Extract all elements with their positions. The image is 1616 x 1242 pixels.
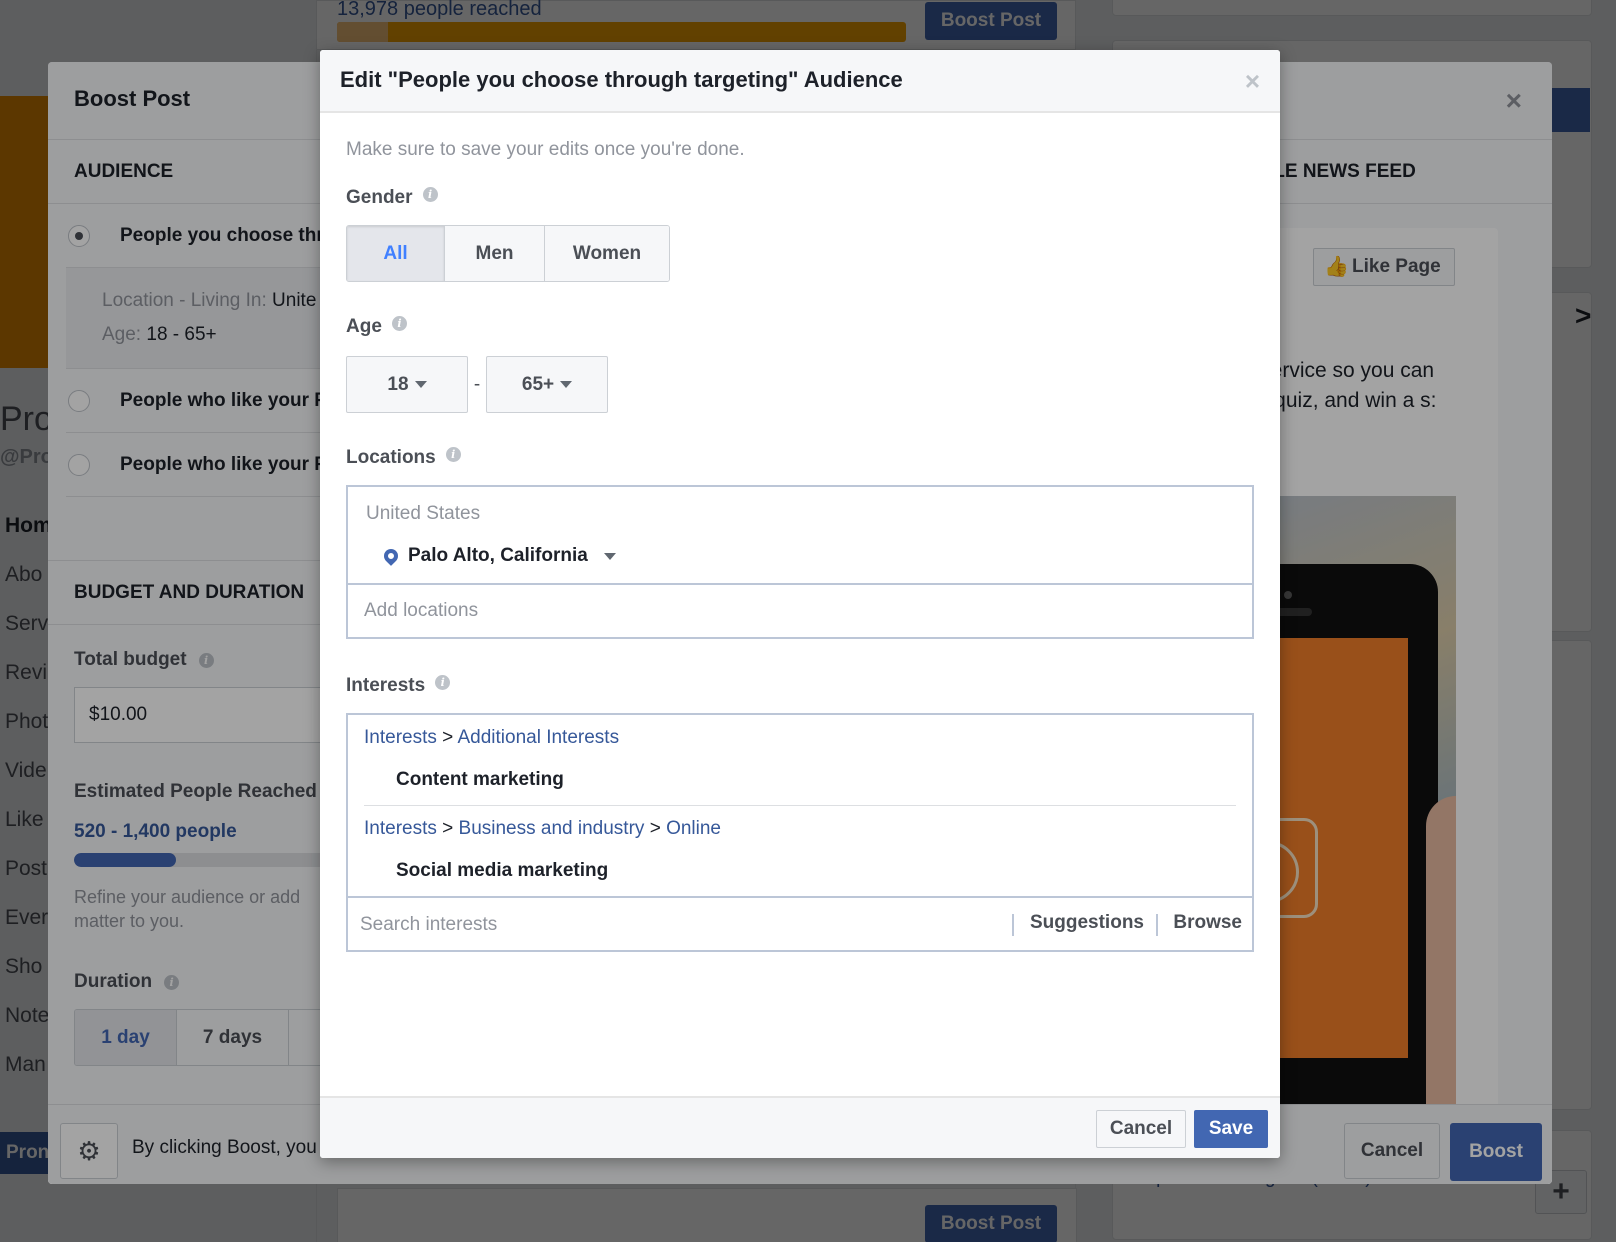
location-city: Palo Alto, California bbox=[408, 545, 588, 566]
location-chip[interactable]: Palo Alto, California bbox=[381, 545, 616, 567]
save-button[interactable]: Save bbox=[1194, 1110, 1268, 1148]
locations-label: Locations i bbox=[346, 446, 1254, 469]
info-icon[interactable]: i bbox=[435, 674, 451, 690]
close-icon[interactable]: × bbox=[1245, 68, 1260, 94]
cancel-button[interactable]: Cancel bbox=[1096, 1110, 1186, 1148]
interest-breadcrumb: Interests > Additional Interests bbox=[364, 727, 620, 748]
breadcrumb-link[interactable]: Business and industry bbox=[459, 818, 645, 839]
interest-breadcrumb: Interests > Business and industry > Onli… bbox=[364, 818, 721, 839]
interests-text: Interests bbox=[346, 675, 426, 696]
breadcrumb-link[interactable]: Interests bbox=[364, 727, 437, 748]
age-range: 18 - 65+ bbox=[346, 356, 1254, 413]
interests-search-row: Search interests Suggestions Browse bbox=[348, 896, 1252, 950]
breadcrumb-link[interactable]: Online bbox=[666, 818, 721, 839]
location-pin-icon bbox=[381, 546, 401, 566]
interest-item: Interests > Business and industry > Onli… bbox=[348, 806, 1252, 896]
selected-locations: United States Palo Alto, California bbox=[348, 487, 1252, 585]
caret-down-icon[interactable] bbox=[603, 552, 616, 560]
divider bbox=[1012, 914, 1014, 936]
gender-all[interactable]: All bbox=[347, 226, 445, 281]
save-reminder: Make sure to save your edits once you're… bbox=[346, 139, 745, 160]
gender-label: Gender i bbox=[346, 186, 1254, 209]
gender-men[interactable]: Men bbox=[445, 226, 545, 281]
interest-item: Interests > Additional Interests Content… bbox=[364, 715, 1236, 806]
interests-label: Interests i bbox=[346, 674, 1254, 697]
gender-text: Gender bbox=[346, 187, 413, 208]
interest-name: Social media marketing bbox=[396, 860, 609, 881]
browse-button[interactable]: Browse bbox=[1173, 912, 1242, 934]
gender-selector: All Men Women bbox=[346, 225, 670, 282]
search-interests-input[interactable]: Search interests bbox=[360, 914, 497, 936]
locations-box: United States Palo Alto, California Add … bbox=[346, 485, 1254, 639]
divider bbox=[1156, 914, 1158, 936]
suggestions-button[interactable]: Suggestions bbox=[1030, 912, 1144, 934]
age-max-value: 65+ bbox=[521, 373, 555, 395]
interests-box: Interests > Additional Interests Content… bbox=[346, 713, 1254, 952]
interest-name: Content marketing bbox=[396, 769, 564, 790]
caret-down-icon bbox=[560, 381, 573, 388]
info-icon[interactable]: i bbox=[422, 186, 438, 202]
breadcrumb-link[interactable]: Interests bbox=[364, 818, 437, 839]
info-icon[interactable]: i bbox=[445, 446, 461, 462]
modal-body: Make sure to save your edits once you're… bbox=[320, 139, 1280, 952]
locations-text: Locations bbox=[346, 447, 436, 468]
breadcrumb-link[interactable]: Additional Interests bbox=[457, 727, 619, 748]
modal-header: Edit "People you choose through targetin… bbox=[320, 50, 1280, 113]
info-icon[interactable]: i bbox=[391, 315, 407, 331]
caret-down-icon bbox=[414, 381, 427, 388]
age-min-select[interactable]: 18 bbox=[346, 356, 468, 413]
edit-audience-modal: Edit "People you choose through targetin… bbox=[320, 50, 1280, 1158]
age-text: Age bbox=[346, 316, 382, 337]
age-separator: - bbox=[473, 373, 481, 395]
age-max-select[interactable]: 65+ bbox=[486, 356, 608, 413]
add-locations-input[interactable]: Add locations bbox=[348, 585, 1252, 637]
age-label: Age i bbox=[346, 315, 1254, 338]
age-min-value: 18 bbox=[387, 373, 409, 395]
gender-women[interactable]: Women bbox=[545, 226, 669, 281]
location-country: United States bbox=[366, 503, 481, 524]
modal-title: Edit "People you choose through targetin… bbox=[340, 67, 903, 92]
modal-footer: Cancel Save bbox=[320, 1096, 1280, 1158]
